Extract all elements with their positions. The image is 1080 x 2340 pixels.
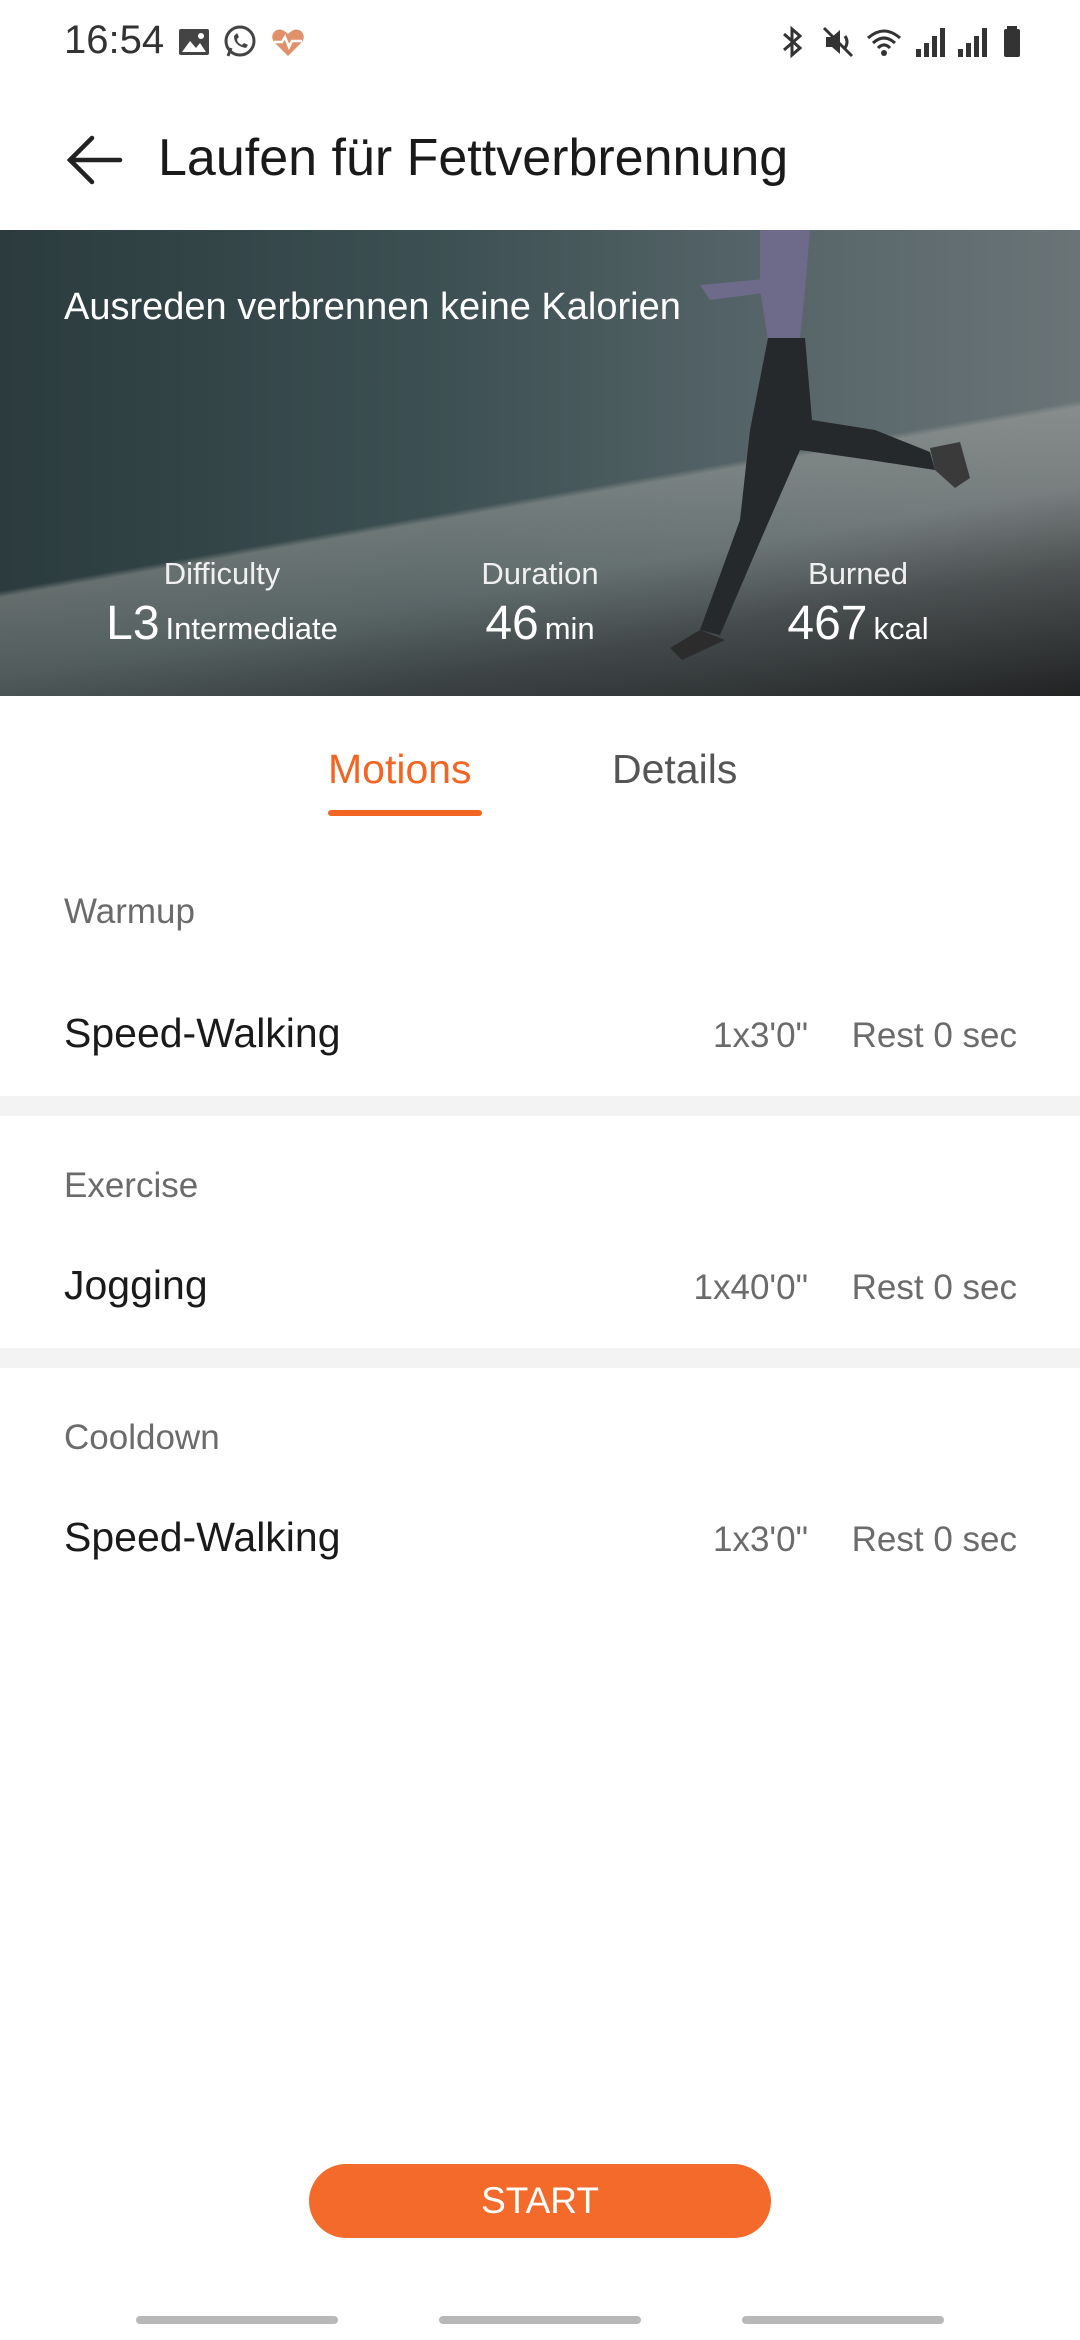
stat-label: Duration [481, 556, 599, 591]
status-bar: 16:54 [0, 0, 1080, 84]
tab-details[interactable]: Details [612, 746, 737, 793]
nav-recents-button[interactable] [136, 2316, 338, 2324]
bluetooth-icon [783, 25, 803, 59]
health-heart-icon [272, 29, 304, 56]
whatsapp-icon [224, 25, 256, 57]
motion-rest: Rest 0 sec [851, 1268, 1017, 1307]
motion-name: Jogging [64, 1262, 208, 1308]
stat-duration: Duration 46 min [380, 556, 700, 651]
battery-icon [1004, 26, 1020, 57]
section-label-exercise: Exercise [64, 1166, 199, 1205]
stat-value: L3 [106, 597, 160, 650]
signal-icon [916, 28, 945, 57]
stat-difficulty: Difficulty L3 Intermediate [62, 556, 382, 651]
hero-slogan: Ausreden verbrennen keine Kalorien [64, 286, 681, 328]
hero-banner: Ausreden verbrennen keine Kalorien Diffi… [0, 230, 1080, 696]
motion-rest: Rest 0 sec [851, 1520, 1017, 1559]
stat-label: Burned [808, 556, 908, 591]
nav-home-button[interactable] [439, 2316, 641, 2324]
section-label-cooldown: Cooldown [64, 1418, 220, 1457]
back-arrow-icon[interactable] [62, 128, 126, 192]
app-bar: Laufen für Fettverbrennung [0, 84, 1080, 230]
motion-rest: Rest 0 sec [851, 1016, 1017, 1055]
section-divider [0, 1096, 1080, 1116]
wifi-icon [867, 29, 901, 56]
motion-sets: 1x3'0" [712, 1016, 808, 1055]
stat-value: 467 [787, 597, 868, 650]
gallery-icon [179, 29, 209, 55]
tab-motions[interactable]: Motions [328, 746, 472, 793]
stat-label: Difficulty [163, 556, 281, 591]
start-button[interactable]: START [309, 2164, 771, 2238]
motion-name: Speed-Walking [64, 1010, 341, 1056]
motion-sets: 1x40'0" [693, 1268, 808, 1307]
stat-value: 46 [485, 597, 539, 650]
page-title: Laufen für Fettverbrennung [158, 129, 789, 187]
tab-active-indicator [328, 810, 482, 816]
mute-icon [822, 26, 854, 58]
section-divider [0, 1348, 1080, 1368]
motion-name: Speed-Walking [64, 1514, 341, 1560]
stat-unit: min [544, 611, 595, 646]
nav-back-button[interactable] [742, 2316, 944, 2324]
stat-unit: kcal [873, 611, 929, 646]
stat-unit: Intermediate [165, 611, 338, 646]
motion-sets: 1x3'0" [712, 1520, 808, 1559]
signal-roaming-icon [958, 28, 987, 57]
section-label-warmup: Warmup [64, 892, 195, 931]
tab-bar: Motions Details [0, 696, 1080, 836]
status-time: 16:54 [64, 18, 165, 62]
stat-burned: Burned 467 kcal [698, 556, 1018, 651]
